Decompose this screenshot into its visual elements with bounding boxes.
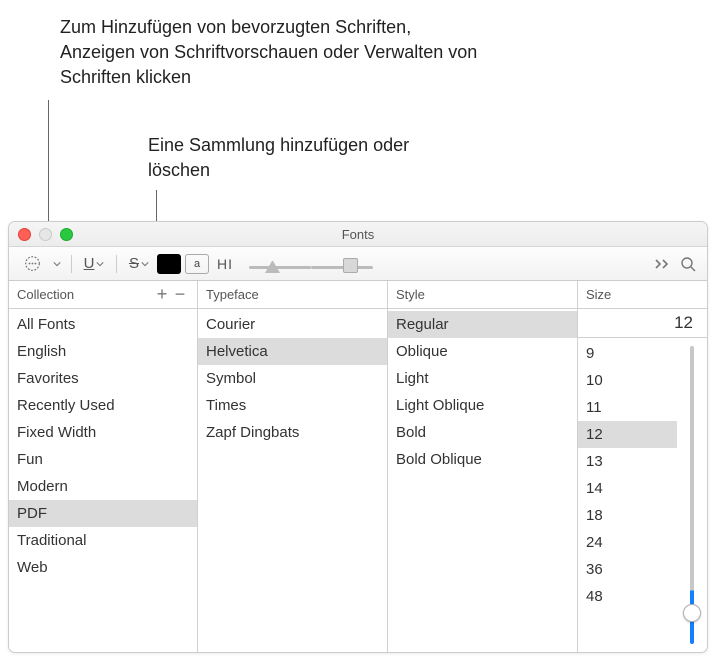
size-item[interactable]: 24 (578, 529, 677, 556)
strikethrough-button[interactable]: S (125, 253, 153, 275)
more-actions-button[interactable] (17, 253, 47, 275)
effect-sliders (249, 252, 373, 276)
annotation-more-menu: Zum Hinzufügen von bevorzugten Schriften… (60, 15, 490, 91)
size-input[interactable] (582, 311, 703, 335)
size-item[interactable]: 10 (578, 367, 677, 394)
style-item[interactable]: Regular (388, 311, 577, 338)
style-header: Style (388, 281, 577, 309)
typeface-item[interactable]: Times (198, 392, 387, 419)
collection-item[interactable]: English (9, 338, 197, 365)
separator (116, 255, 117, 273)
collection-item[interactable]: PDF (9, 500, 197, 527)
titlebar: Fonts (9, 222, 707, 247)
close-window-button[interactable] (18, 228, 31, 241)
typeface-header-label: Typeface (206, 287, 259, 302)
minimize-window-button[interactable] (39, 228, 52, 241)
style-item[interactable]: Bold (388, 419, 577, 446)
overflow-button[interactable] (653, 253, 673, 275)
typeface-list[interactable]: CourierHelveticaSymbolTimesZapf Dingbats (198, 309, 387, 652)
collection-column: Collection + − All FontsEnglishFavorites… (9, 281, 198, 652)
collection-header: Collection + − (9, 281, 197, 309)
more-actions-chevron-icon[interactable] (51, 253, 63, 275)
collection-list[interactable]: All FontsEnglishFavoritesRecently UsedFi… (9, 309, 197, 652)
size-item[interactable]: 18 (578, 502, 677, 529)
size-slider[interactable] (677, 338, 707, 652)
size-item[interactable]: 36 (578, 556, 677, 583)
paragraph-spacing-button[interactable]: HI (213, 253, 237, 275)
style-item[interactable]: Light Oblique (388, 392, 577, 419)
add-collection-button[interactable]: + (153, 286, 171, 304)
collection-item[interactable]: Modern (9, 473, 197, 500)
style-list[interactable]: RegularObliqueLightLight ObliqueBoldBold… (388, 309, 577, 652)
style-column: Style RegularObliqueLightLight ObliqueBo… (388, 281, 578, 652)
style-item[interactable]: Oblique (388, 338, 577, 365)
typeface-item[interactable]: Symbol (198, 365, 387, 392)
size-item[interactable]: 11 (578, 394, 677, 421)
size-header-label: Size (586, 287, 611, 302)
collection-item[interactable]: Fixed Width (9, 419, 197, 446)
font-columns: Collection + − All FontsEnglishFavorites… (9, 281, 707, 652)
collection-item[interactable]: Fun (9, 446, 197, 473)
fonts-panel-window: Fonts U S a HI (8, 221, 708, 653)
collection-item[interactable]: Favorites (9, 365, 197, 392)
size-item[interactable]: 12 (578, 421, 677, 448)
collection-item[interactable]: Recently Used (9, 392, 197, 419)
underline-button[interactable]: U (80, 253, 108, 275)
document-color-button[interactable]: a (185, 253, 209, 275)
collection-item[interactable]: All Fonts (9, 311, 197, 338)
separator (71, 255, 72, 273)
search-button[interactable] (677, 253, 699, 275)
style-item[interactable]: Bold Oblique (388, 446, 577, 473)
zoom-window-button[interactable] (60, 228, 73, 241)
size-item[interactable]: 9 (578, 340, 677, 367)
typeface-item[interactable]: Helvetica (198, 338, 387, 365)
annotation-add-collection: Eine Sammlung hinzufügen oder löschen (148, 133, 438, 183)
remove-collection-button[interactable]: − (171, 286, 189, 304)
text-color-swatch[interactable] (157, 253, 181, 275)
size-column: Size 9101112131418243648 (578, 281, 707, 652)
window-title: Fonts (342, 227, 375, 242)
collection-item[interactable]: Traditional (9, 527, 197, 554)
shadow-opacity-slider[interactable] (249, 252, 311, 276)
shadow-blur-slider[interactable] (311, 252, 373, 276)
size-item[interactable]: 48 (578, 583, 677, 610)
style-header-label: Style (396, 287, 425, 302)
typeface-column: Typeface CourierHelveticaSymbolTimesZapf… (198, 281, 388, 652)
toolbar: U S a HI (9, 247, 707, 281)
collection-header-label: Collection (17, 287, 74, 302)
style-item[interactable]: Light (388, 365, 577, 392)
typeface-header: Typeface (198, 281, 387, 309)
window-controls (18, 228, 73, 241)
size-header: Size (578, 281, 707, 309)
collection-item[interactable]: Web (9, 554, 197, 581)
typeface-item[interactable]: Courier (198, 311, 387, 338)
size-item[interactable]: 13 (578, 448, 677, 475)
size-item[interactable]: 14 (578, 475, 677, 502)
size-list[interactable]: 9101112131418243648 (578, 338, 677, 652)
typeface-item[interactable]: Zapf Dingbats (198, 419, 387, 446)
size-slider-thumb[interactable] (683, 604, 701, 622)
